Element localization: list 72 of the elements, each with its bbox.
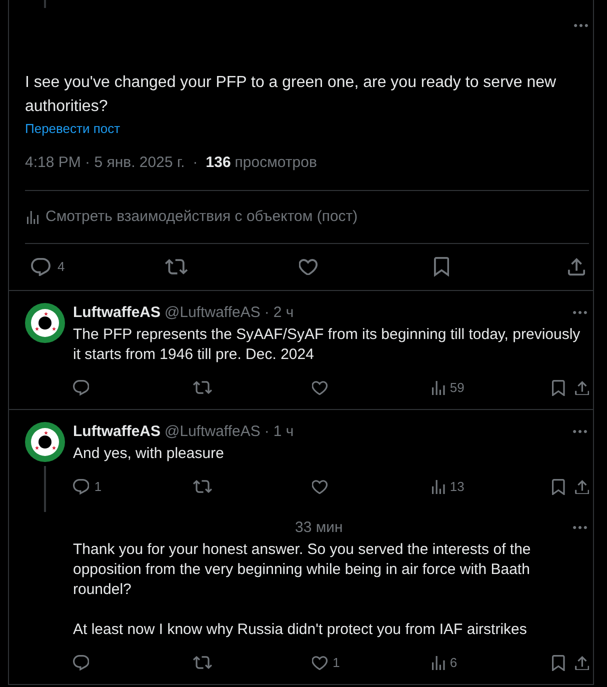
bar-chart-icon <box>432 480 445 494</box>
author-name[interactable]: LuftwaffeAS <box>73 303 160 323</box>
author-handle[interactable]: @LuftwaffeAS <box>164 303 260 323</box>
heart-icon <box>299 258 318 276</box>
like-button[interactable] <box>312 381 328 395</box>
loop-arrows-icon <box>192 381 212 395</box>
loop-arrows-icon <box>192 656 212 670</box>
bar-chart-icon <box>432 656 445 670</box>
like-button[interactable] <box>312 480 328 494</box>
loop-arrows-icon <box>192 480 212 494</box>
views-label: просмотров <box>234 153 317 173</box>
share-button[interactable] <box>574 380 589 396</box>
heart-icon <box>312 656 328 670</box>
repost-button[interactable] <box>192 480 212 494</box>
more-icon[interactable] <box>573 526 587 530</box>
bookmark-icon <box>434 257 449 277</box>
bookmark-icon <box>552 654 565 672</box>
more-icon[interactable] <box>573 430 587 434</box>
views-button[interactable]: 6 <box>432 655 458 671</box>
like-button[interactable]: 1 <box>312 655 340 671</box>
bar-chart-icon <box>432 380 445 396</box>
speech-bubble-icon <box>73 479 90 495</box>
share-button[interactable] <box>574 480 589 494</box>
repost-button[interactable] <box>165 259 188 275</box>
repost-button[interactable] <box>192 381 212 395</box>
reply-text: The PFP represents the SyAAF/SyAF from its beginning till today, previously it starts from 1946 till pre. Dec. 2024 <box>73 325 582 365</box>
separator-dot: · <box>264 303 270 323</box>
share-button[interactable] <box>568 258 585 276</box>
loop-arrows-icon <box>165 259 188 275</box>
post-timestamp[interactable]: 4:18 PM · 5 янв. 2025 г. <box>25 153 185 173</box>
speech-bubble-icon <box>73 655 90 671</box>
reply-time[interactable]: 2 ч <box>273 303 294 323</box>
roundel-avatar-icon[interactable] <box>25 422 65 462</box>
views-button[interactable]: 59 <box>432 380 464 396</box>
share-icon <box>574 656 589 670</box>
share-button[interactable] <box>574 656 589 670</box>
share-icon <box>574 380 589 396</box>
reply-time[interactable]: 1 ч <box>273 422 294 442</box>
author-handle[interactable]: @LuftwaffeAS <box>164 422 260 442</box>
reply-button[interactable]: 1 <box>73 479 102 495</box>
reply-button[interactable] <box>73 380 90 396</box>
reply-button[interactable]: 4 <box>31 258 65 276</box>
like-button[interactable] <box>299 258 318 276</box>
speech-bubble-icon <box>31 258 50 276</box>
views-count: 136 <box>206 153 231 173</box>
separator-dot: · <box>264 422 270 442</box>
bar-chart-icon <box>27 210 38 224</box>
speech-bubble-icon <box>73 380 90 396</box>
bookmark-button[interactable] <box>434 257 449 277</box>
post-text: I see you've changed your PFP to a green one, are you ready to serve new authorities? <box>25 73 558 117</box>
separator-dot: · <box>192 153 198 173</box>
reply-time[interactable]: 33 мин <box>295 518 343 538</box>
bookmark-button[interactable] <box>552 478 565 496</box>
bookmark-button[interactable] <box>552 654 565 672</box>
share-icon <box>574 480 589 494</box>
more-icon[interactable] <box>573 311 587 315</box>
bookmark-button[interactable] <box>552 380 565 396</box>
author-name[interactable]: LuftwaffeAS <box>73 422 160 442</box>
views-button[interactable]: 13 <box>432 479 464 495</box>
translate-link[interactable]: Перевести пост <box>25 121 120 137</box>
heart-icon <box>312 480 328 494</box>
reply-button[interactable] <box>73 655 90 671</box>
more-icon[interactable] <box>574 24 588 28</box>
reply-text: Thank you for your honest answer. So you served the interests of the opposition from the very beginning while being in air force with Baath roundel? At least now I know why Russia didn't protect you from IAF airstrikes <box>73 540 532 640</box>
view-engagements-link[interactable]: Смотреть взаимодействия с объектом (пост) <box>25 207 358 227</box>
reply-text: And yes, with pleasure <box>73 444 225 464</box>
repost-button[interactable] <box>192 656 212 670</box>
heart-icon <box>312 381 328 395</box>
bookmark-icon <box>552 380 565 396</box>
roundel-avatar-icon[interactable] <box>25 303 65 343</box>
share-icon <box>568 258 585 276</box>
bookmark-icon <box>552 478 565 496</box>
